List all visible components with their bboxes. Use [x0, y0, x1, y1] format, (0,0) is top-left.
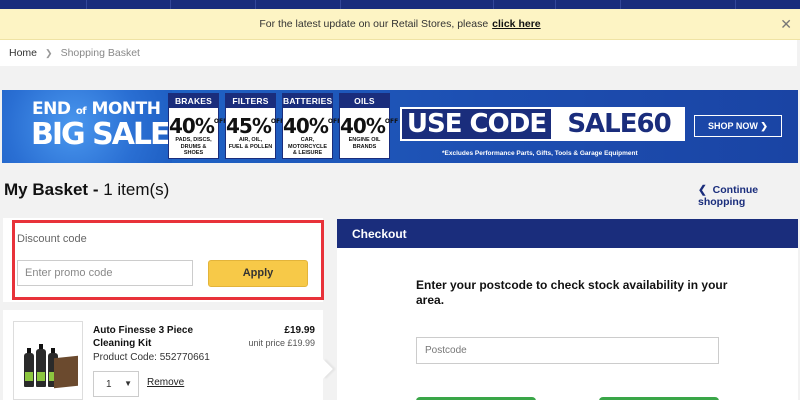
- use-code-label: USE CODE: [400, 107, 553, 141]
- deal-percent: 45%OFF: [226, 114, 285, 138]
- promo-code-value: SALE60: [553, 107, 685, 141]
- deal-desc: CAR, MOTORCYCLE & LEISURE: [287, 137, 327, 156]
- nav-divider: [86, 0, 87, 9]
- notice-text: For the latest update on our Retail Stor…: [259, 18, 489, 30]
- deal-percent: 40%OFF: [340, 114, 399, 138]
- nav-divider: [493, 0, 494, 9]
- deal-card-batteries: BATTERIES 40%OFF CAR, MOTORCYCLE & LEISUR…: [282, 93, 342, 159]
- breadcrumb: Home ❯ Shopping Basket: [0, 40, 797, 66]
- deal-card-brakes: BRAKES 40%OFF PADS, DISCS, DRUMS & SHOES: [168, 93, 228, 159]
- apply-button[interactable]: Apply: [208, 260, 308, 287]
- breadcrumb-home[interactable]: Home: [9, 47, 37, 59]
- notice-link[interactable]: click here: [492, 18, 540, 30]
- remove-link[interactable]: Remove: [147, 377, 184, 388]
- product-box: [54, 355, 78, 389]
- deal-desc: PADS, DISCS, DRUMS & SHOES: [175, 137, 212, 156]
- product-price: £19.99: [284, 325, 315, 336]
- postcode-prompt: Enter your postcode to check stock avail…: [416, 278, 728, 307]
- breadcrumb-current: Shopping Basket: [60, 47, 140, 59]
- top-navigation-bar: [0, 0, 800, 9]
- product-bottle: [24, 348, 34, 387]
- store-update-notice: For the latest update on our Retail Stor…: [0, 9, 800, 40]
- nav-divider: [555, 0, 556, 9]
- deal-desc: AIR, OIL, FUEL & POLLEN: [228, 137, 273, 150]
- chevron-down-icon: ▼: [124, 379, 132, 388]
- product-image[interactable]: [13, 321, 83, 400]
- product-name[interactable]: Auto Finesse 3 Piece Cleaning Kit: [93, 324, 233, 350]
- discount-panel: Discount code Enter promo code Apply: [3, 218, 324, 302]
- deal-category: OILS: [340, 94, 389, 108]
- promo-banner[interactable]: END of MONTH BIG SALE BRAKES 40%OFF PADS…: [2, 90, 798, 163]
- quantity-select[interactable]: 1 ▼: [93, 371, 139, 397]
- page-title: My Basket - 1 item(s): [4, 180, 170, 199]
- banner-headline-big: BIG SALE: [31, 117, 171, 152]
- basket-item: Auto Finesse 3 Piece Cleaning Kit Produc…: [3, 310, 333, 400]
- nav-divider: [620, 0, 621, 9]
- product-code: Product Code: 552770661: [93, 352, 210, 363]
- deal-percent: 40%OFF: [169, 114, 228, 138]
- deal-percent: 40%OFF: [283, 114, 342, 138]
- product-unit-price: unit price £19.99: [248, 338, 315, 348]
- nav-divider: [735, 0, 736, 9]
- deal-category: BATTERIES: [283, 94, 333, 108]
- deal-category: FILTERS: [226, 94, 275, 108]
- deal-category: BRAKES: [169, 94, 218, 108]
- product-bottle: [36, 344, 46, 387]
- chevron-right-icon: ❯: [760, 121, 768, 131]
- banner-exclusions: *Excludes Performance Parts, Gifts, Tool…: [442, 150, 638, 157]
- nav-divider: [255, 0, 256, 9]
- deal-card-oils: OILS 40%OFF ENGINE OIL BRANDS: [339, 93, 399, 159]
- checkout-header: Checkout: [337, 219, 798, 248]
- deal-card-filters: FILTERS 45%OFF AIR, OIL, FUEL & POLLEN: [225, 93, 285, 159]
- deal-desc: ENGINE OIL BRANDS: [348, 137, 381, 150]
- postcode-input[interactable]: Postcode: [416, 337, 719, 364]
- discount-label: Discount code: [17, 233, 87, 245]
- continue-shopping-link[interactable]: ❮ Continue shopping: [698, 184, 800, 208]
- panel-pointer: [313, 359, 333, 379]
- basket-item-count: 1 item(s): [103, 180, 170, 199]
- chevron-left-icon: ❮: [698, 184, 707, 196]
- chevron-right-icon: ❯: [45, 47, 53, 58]
- close-icon[interactable]: ✕: [780, 16, 792, 33]
- checkout-panel: Checkout Enter your postcode to check st…: [337, 219, 798, 400]
- banner-headline-top: END of MONTH: [32, 99, 161, 119]
- shop-now-button[interactable]: SHOP NOW ❯: [694, 115, 782, 137]
- promo-code-input[interactable]: Enter promo code: [17, 260, 193, 286]
- nav-divider: [170, 0, 171, 9]
- nav-divider: [340, 0, 341, 9]
